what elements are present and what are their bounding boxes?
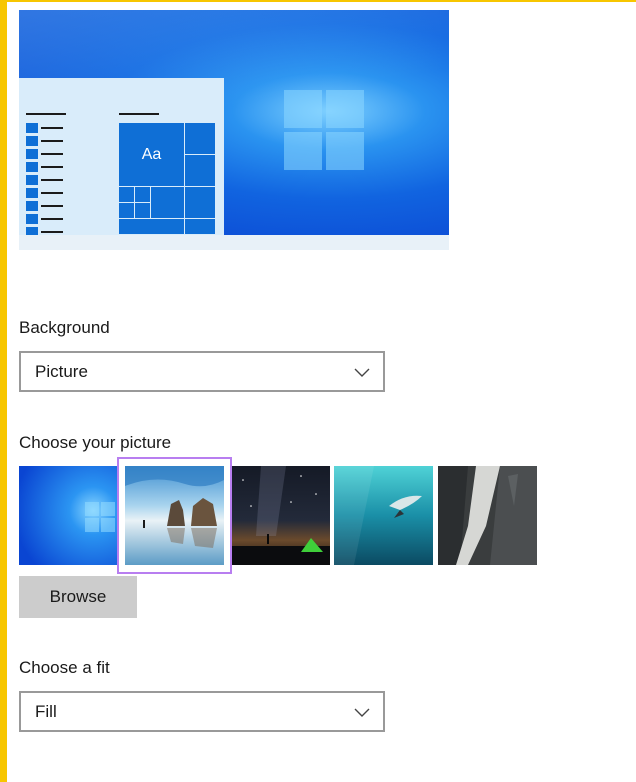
choose-picture-label: Choose your picture bbox=[19, 433, 172, 452]
selected-picture-highlight bbox=[117, 457, 232, 574]
windows-logo-icon bbox=[284, 90, 364, 170]
picture-thumbnail-night-sky-tent[interactable] bbox=[231, 466, 330, 565]
picture-thumbnail-underwater-swimmer[interactable] bbox=[334, 466, 433, 565]
fit-dropdown-value: Fill bbox=[35, 702, 57, 721]
picture-thumbnail-rock-waterfall[interactable] bbox=[438, 466, 537, 565]
choose-fit-label: Choose a fit bbox=[19, 658, 110, 677]
background-preview: Aa bbox=[19, 10, 449, 250]
fit-dropdown[interactable]: Fill bbox=[19, 691, 385, 732]
background-dropdown[interactable]: Picture bbox=[19, 351, 385, 392]
preview-start-menu: Aa bbox=[19, 78, 224, 237]
window-left-border bbox=[0, 0, 7, 782]
preview-tile-aa: Aa bbox=[118, 122, 185, 187]
chevron-down-icon bbox=[354, 708, 370, 717]
background-dropdown-value: Picture bbox=[35, 362, 88, 381]
background-label: Background bbox=[19, 318, 110, 337]
browse-button[interactable]: Browse bbox=[19, 576, 137, 618]
window-top-border bbox=[0, 0, 636, 2]
chevron-down-icon bbox=[354, 368, 370, 377]
picture-thumbnail-windows-light[interactable] bbox=[19, 466, 118, 565]
